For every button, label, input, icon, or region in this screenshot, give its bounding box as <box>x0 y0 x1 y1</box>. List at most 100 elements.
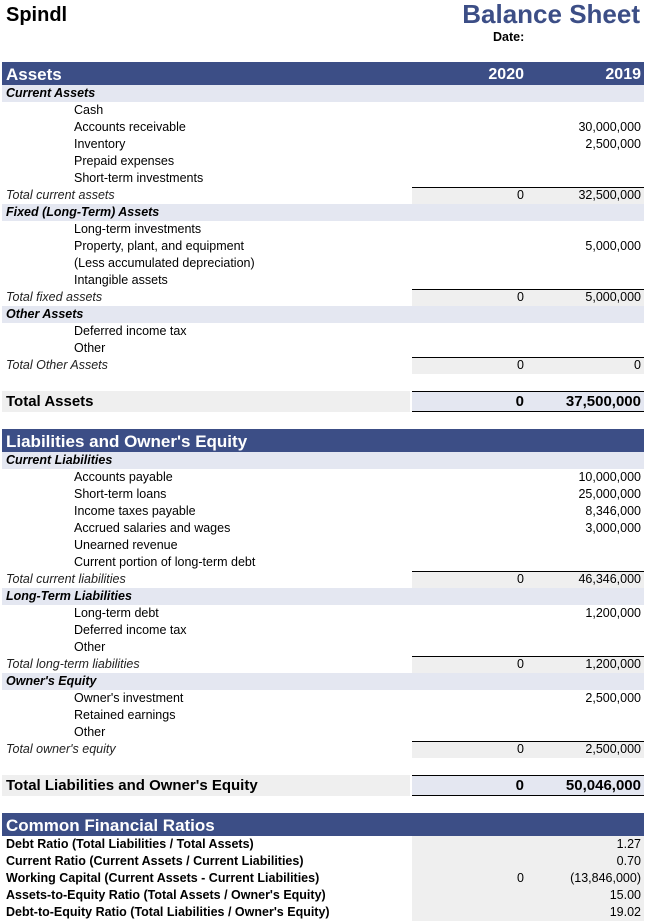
grand-total-label: Total Liabilities and Owner's Equity <box>6 777 258 794</box>
line-item-row: Accounts payable 10,000,000 <box>2 469 644 486</box>
subtotal-row: Total current assets 0 32,500,000 <box>2 187 644 204</box>
line-item-label: Income taxes payable <box>74 504 196 518</box>
ratio-2019: 19.02 <box>609 905 641 919</box>
subtotal-label: Total current assets <box>6 188 115 202</box>
line-item-row: Current portion of long-term debt <box>2 554 644 571</box>
subsection-header: Long-Term Liabilities <box>2 588 644 605</box>
year-2020-header: 2020 <box>488 66 524 83</box>
subtotal-label: Total long-term liabilities <box>6 657 140 671</box>
subtotal-2020: 0 <box>517 188 524 202</box>
line-item-row: Short-term loans 25,000,000 <box>2 486 644 503</box>
line-item-label: Property, plant, and equipment <box>74 239 245 253</box>
date-label: Date: <box>493 30 525 44</box>
grand-total-2020: 0 <box>515 777 524 794</box>
subtotal-row: Total Other Assets 0 0 <box>2 357 644 374</box>
ratios-header: Common Financial Ratios <box>2 813 644 836</box>
line-item-label: Long-term debt <box>74 606 159 620</box>
subtotal-2019: 5,000,000 <box>585 290 641 304</box>
line-item-label: Other <box>74 640 106 654</box>
ratio-label: Assets-to-Equity Ratio (Total Assets / O… <box>6 888 326 902</box>
subsection-label: Current Liabilities <box>6 453 113 467</box>
grand-total-label: Total Assets <box>6 393 94 410</box>
line-item-label: Short-term loans <box>74 487 167 501</box>
line-item-row: Property, plant, and equipment 5,000,000 <box>2 238 644 255</box>
value-2019[interactable]: 30,000,000 <box>531 119 641 136</box>
subsection-header: Current Liabilities <box>2 452 644 469</box>
line-item-label: Accrued salaries and wages <box>74 521 231 535</box>
line-item-row: (Less accumulated depreciation) <box>2 255 644 272</box>
grand-total-2019: 37,500,000 <box>565 393 641 410</box>
subtotal-row: Total fixed assets 0 5,000,000 <box>2 289 644 306</box>
section-heading: Assets <box>6 65 62 84</box>
ratio-label: Debt Ratio (Total Liabilities / Total As… <box>6 837 254 851</box>
subtotal-2020: 0 <box>517 358 524 372</box>
line-item-row: Prepaid expenses <box>2 153 644 170</box>
line-item-label: Long-term investments <box>74 222 202 236</box>
line-item-row: Owner's investment 2,500,000 <box>2 690 644 707</box>
line-item-row: Other <box>2 639 644 656</box>
subsection-label: Long-Term Liabilities <box>6 589 132 603</box>
subsection-header: Current Assets <box>2 85 644 102</box>
document-title: Balance Sheet <box>462 0 640 29</box>
section-heading: Liabilities and Owner's Equity <box>6 432 248 451</box>
line-item-label: Unearned revenue <box>74 538 178 552</box>
subsection-header: Other Assets <box>2 306 644 323</box>
liabilities-header: Liabilities and Owner's Equity <box>2 429 644 452</box>
line-item-label: Cash <box>74 103 104 117</box>
subtotal-2019: 46,346,000 <box>578 572 641 586</box>
subtotal-label: Total Other Assets <box>6 358 108 372</box>
subtotal-2019: 2,500,000 <box>585 742 641 756</box>
line-item-row: Accrued salaries and wages 3,000,000 <box>2 520 644 537</box>
balance-sheet-table: Assets 2020 2019 Current Assets Cash Accounts… <box>2 62 644 921</box>
value-2019[interactable]: 2,500,000 <box>531 690 641 707</box>
line-item-label: Other <box>74 341 106 355</box>
value-2019[interactable]: 25,000,000 <box>531 486 641 503</box>
ratio-2019: 0.70 <box>616 854 641 868</box>
line-item-row: Cash <box>2 102 644 119</box>
grand-total-2020: 0 <box>515 393 524 410</box>
ratio-label: Current Ratio (Current Assets / Current … <box>6 854 304 868</box>
subsection-label: Other Assets <box>6 307 84 321</box>
subtotal-label: Total owner's equity <box>6 742 116 756</box>
ratio-2019: 15.00 <box>609 888 641 902</box>
subtotal-2020: 0 <box>517 572 524 586</box>
value-2019[interactable]: 2,500,000 <box>531 136 641 153</box>
subtotal-row: Total long-term liabilities 0 1,200,000 <box>2 656 644 673</box>
value-2019[interactable]: 3,000,000 <box>531 520 641 537</box>
subtotal-label: Total fixed assets <box>6 290 103 304</box>
ratio-label: Debt-to-Equity Ratio (Total Liabilities … <box>6 905 330 919</box>
line-item-label: Intangible assets <box>74 273 168 287</box>
line-item-label: Prepaid expenses <box>74 154 175 168</box>
value-2019[interactable]: 1,200,000 <box>531 605 641 622</box>
line-item-label: Deferred income tax <box>74 623 187 637</box>
line-item-row: Income taxes payable 8,346,000 <box>2 503 644 520</box>
line-item-label: Short-term investments <box>74 171 204 185</box>
line-item-row: Other <box>2 340 644 357</box>
line-item-row: Inventory 2,500,000 <box>2 136 644 153</box>
subtotal-2020: 0 <box>517 657 524 671</box>
value-2019[interactable]: 5,000,000 <box>531 238 641 255</box>
value-2019[interactable]: 10,000,000 <box>531 469 641 486</box>
assets-header: Assets 2020 2019 <box>2 62 644 85</box>
subsection-label: Fixed (Long-Term) Assets <box>6 205 160 219</box>
ratio-2019: (13,846,000) <box>570 871 641 885</box>
section-heading: Common Financial Ratios <box>6 816 215 835</box>
line-item-row: Deferred income tax <box>2 323 644 340</box>
subsection-header: Fixed (Long-Term) Assets <box>2 204 644 221</box>
line-item-label: (Less accumulated depreciation) <box>74 256 255 270</box>
total-assets-row: Total Assets 0 37,500,000 <box>2 391 644 412</box>
line-item-label: Deferred income tax <box>74 324 187 338</box>
ratio-row: Debt Ratio (Total Liabilities / Total As… <box>2 836 644 853</box>
grand-total-2019: 50,046,000 <box>565 777 641 794</box>
ratio-row: Assets-to-Equity Ratio (Total Assets / O… <box>2 887 644 904</box>
line-item-label: Other <box>74 725 106 739</box>
line-item-row: Short-term investments <box>2 170 644 187</box>
line-item-row: Accounts receivable 30,000,000 <box>2 119 644 136</box>
subsection-header: Owner's Equity <box>2 673 644 690</box>
subtotal-row: Total owner's equity 0 2,500,000 <box>2 741 644 758</box>
value-2019[interactable]: 8,346,000 <box>531 503 641 520</box>
line-item-row: Unearned revenue <box>2 537 644 554</box>
